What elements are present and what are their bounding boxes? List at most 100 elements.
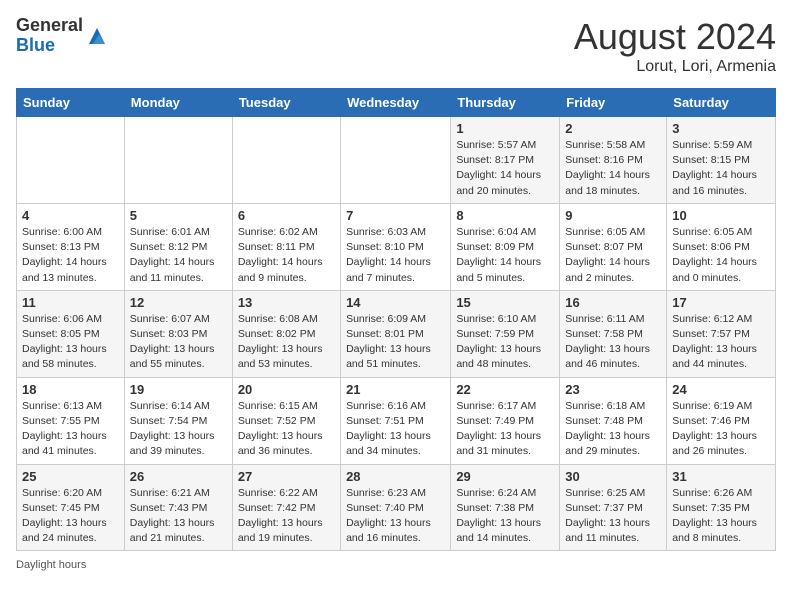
day-number: 16 — [565, 295, 661, 310]
day-info: Sunrise: 6:19 AM Sunset: 7:46 PM Dayligh… — [672, 399, 770, 460]
calendar-week-row: 4 Sunrise: 6:00 AM Sunset: 8:13 PM Daylig… — [17, 203, 776, 290]
day-info: Sunrise: 6:22 AM Sunset: 7:42 PM Dayligh… — [238, 486, 335, 547]
day-info: Sunrise: 6:25 AM Sunset: 7:37 PM Dayligh… — [565, 486, 661, 547]
calendar-day-cell: 28 Sunrise: 6:23 AM Sunset: 7:40 PM Dayli… — [341, 464, 451, 551]
logo-general: General — [16, 16, 83, 36]
day-number: 4 — [22, 208, 119, 223]
day-number: 27 — [238, 469, 335, 484]
day-info: Sunrise: 6:12 AM Sunset: 7:57 PM Dayligh… — [672, 312, 770, 373]
page-header: General Blue August 2024 Lorut, Lori, Ar… — [16, 16, 776, 76]
calendar-day-cell: 24 Sunrise: 6:19 AM Sunset: 7:46 PM Dayli… — [667, 377, 776, 464]
day-number: 29 — [456, 469, 554, 484]
calendar-day-cell: 7Sunrise: 6:03 AM Sunset: 8:10 PM Daylig… — [341, 203, 451, 290]
calendar-day-cell: 1 Sunrise: 5:57 AM Sunset: 8:17 PM Daylig… — [451, 117, 560, 204]
day-info: Sunrise: 6:08 AM Sunset: 8:02 PM Dayligh… — [238, 312, 335, 373]
day-info: Sunrise: 6:21 AM Sunset: 7:43 PM Dayligh… — [130, 486, 227, 547]
day-info: Sunrise: 5:59 AM Sunset: 8:15 PM Dayligh… — [672, 138, 770, 199]
day-number: 11 — [22, 295, 119, 310]
day-number: 3 — [672, 121, 770, 136]
calendar-day-cell: 21 Sunrise: 6:16 AM Sunset: 7:51 PM Dayli… — [341, 377, 451, 464]
day-info: Sunrise: 6:04 AM Sunset: 8:09 PM Dayligh… — [456, 225, 554, 286]
day-info: Sunrise: 6:05 AM Sunset: 8:06 PM Dayligh… — [672, 225, 770, 286]
day-info: Sunrise: 6:20 AM Sunset: 7:45 PM Dayligh… — [22, 486, 119, 547]
day-number: 15 — [456, 295, 554, 310]
calendar-week-row: 25 Sunrise: 6:20 AM Sunset: 7:45 PM Dayli… — [17, 464, 776, 551]
day-of-week-header: Saturday — [667, 89, 776, 117]
calendar-day-cell — [232, 117, 340, 204]
day-number: 8 — [456, 208, 554, 223]
day-of-week-header: Sunday — [17, 89, 125, 117]
day-info: Sunrise: 6:15 AM Sunset: 7:52 PM Dayligh… — [238, 399, 335, 460]
calendar-day-cell: 27 Sunrise: 6:22 AM Sunset: 7:42 PM Dayli… — [232, 464, 340, 551]
title-block: August 2024 Lorut, Lori, Armenia — [574, 16, 776, 76]
logo-icon — [85, 24, 109, 48]
calendar-day-cell: 2Sunrise: 5:58 AM Sunset: 8:16 PM Daylig… — [560, 117, 667, 204]
day-number: 18 — [22, 382, 119, 397]
day-info: Sunrise: 6:16 AM Sunset: 7:51 PM Dayligh… — [346, 399, 445, 460]
day-number: 24 — [672, 382, 770, 397]
calendar-day-cell: 3 Sunrise: 5:59 AM Sunset: 8:15 PM Daylig… — [667, 117, 776, 204]
day-number: 19 — [130, 382, 227, 397]
calendar-table: SundayMondayTuesdayWednesdayThursdayFrid… — [16, 88, 776, 551]
calendar-day-cell: 6 Sunrise: 6:02 AM Sunset: 8:11 PM Daylig… — [232, 203, 340, 290]
day-number: 26 — [130, 469, 227, 484]
day-number: 9 — [565, 208, 661, 223]
day-info: Sunrise: 6:05 AM Sunset: 8:07 PM Dayligh… — [565, 225, 661, 286]
day-number: 25 — [22, 469, 119, 484]
day-number: 17 — [672, 295, 770, 310]
logo: General Blue — [16, 16, 109, 56]
daylight-label: Daylight hours — [16, 559, 86, 571]
month-year-title: August 2024 — [574, 16, 776, 58]
day-info: Sunrise: 6:07 AM Sunset: 8:03 PM Dayligh… — [130, 312, 227, 373]
day-of-week-header: Friday — [560, 89, 667, 117]
calendar-day-cell: 10Sunrise: 6:05 AM Sunset: 8:06 PM Dayli… — [667, 203, 776, 290]
logo-blue: Blue — [16, 36, 83, 56]
calendar-day-cell: 13 Sunrise: 6:08 AM Sunset: 8:02 PM Dayli… — [232, 290, 340, 377]
day-number: 22 — [456, 382, 554, 397]
day-number: 30 — [565, 469, 661, 484]
day-number: 21 — [346, 382, 445, 397]
calendar-day-cell: 23 Sunrise: 6:18 AM Sunset: 7:48 PM Dayli… — [560, 377, 667, 464]
calendar-week-row: 18Sunrise: 6:13 AM Sunset: 7:55 PM Dayli… — [17, 377, 776, 464]
day-info: Sunrise: 6:02 AM Sunset: 8:11 PM Dayligh… — [238, 225, 335, 286]
calendar-day-cell: 22Sunrise: 6:17 AM Sunset: 7:49 PM Dayli… — [451, 377, 560, 464]
day-of-week-header: Monday — [124, 89, 232, 117]
calendar-day-cell: 8 Sunrise: 6:04 AM Sunset: 8:09 PM Daylig… — [451, 203, 560, 290]
day-number: 28 — [346, 469, 445, 484]
day-info: Sunrise: 6:23 AM Sunset: 7:40 PM Dayligh… — [346, 486, 445, 547]
calendar-day-cell: 16 Sunrise: 6:11 AM Sunset: 7:58 PM Dayli… — [560, 290, 667, 377]
day-info: Sunrise: 6:00 AM Sunset: 8:13 PM Dayligh… — [22, 225, 119, 286]
day-info: Sunrise: 6:24 AM Sunset: 7:38 PM Dayligh… — [456, 486, 554, 547]
day-info: Sunrise: 6:09 AM Sunset: 8:01 PM Dayligh… — [346, 312, 445, 373]
day-number: 23 — [565, 382, 661, 397]
calendar-day-cell: 19 Sunrise: 6:14 AM Sunset: 7:54 PM Dayli… — [124, 377, 232, 464]
day-number: 6 — [238, 208, 335, 223]
calendar-day-cell: 20Sunrise: 6:15 AM Sunset: 7:52 PM Dayli… — [232, 377, 340, 464]
calendar-day-cell: 30 Sunrise: 6:25 AM Sunset: 7:37 PM Dayli… — [560, 464, 667, 551]
day-of-week-header: Tuesday — [232, 89, 340, 117]
day-info: Sunrise: 6:26 AM Sunset: 7:35 PM Dayligh… — [672, 486, 770, 547]
day-of-week-header: Thursday — [451, 89, 560, 117]
day-info: Sunrise: 6:14 AM Sunset: 7:54 PM Dayligh… — [130, 399, 227, 460]
day-number: 13 — [238, 295, 335, 310]
location-subtitle: Lorut, Lori, Armenia — [574, 58, 776, 76]
day-info: Sunrise: 6:03 AM Sunset: 8:10 PM Dayligh… — [346, 225, 445, 286]
calendar-day-cell: 9 Sunrise: 6:05 AM Sunset: 8:07 PM Daylig… — [560, 203, 667, 290]
calendar-day-cell: 15Sunrise: 6:10 AM Sunset: 7:59 PM Dayli… — [451, 290, 560, 377]
calendar-day-cell: 18Sunrise: 6:13 AM Sunset: 7:55 PM Dayli… — [17, 377, 125, 464]
calendar-day-cell: 17 Sunrise: 6:12 AM Sunset: 7:57 PM Dayli… — [667, 290, 776, 377]
calendar-day-cell: 29 Sunrise: 6:24 AM Sunset: 7:38 PM Dayli… — [451, 464, 560, 551]
day-number: 14 — [346, 295, 445, 310]
day-info: Sunrise: 5:57 AM Sunset: 8:17 PM Dayligh… — [456, 138, 554, 199]
calendar-day-cell: 4 Sunrise: 6:00 AM Sunset: 8:13 PM Daylig… — [17, 203, 125, 290]
day-number: 1 — [456, 121, 554, 136]
calendar-week-row: 1 Sunrise: 5:57 AM Sunset: 8:17 PM Daylig… — [17, 117, 776, 204]
calendar-day-cell: 11 Sunrise: 6:06 AM Sunset: 8:05 PM Dayli… — [17, 290, 125, 377]
day-info: Sunrise: 6:11 AM Sunset: 7:58 PM Dayligh… — [565, 312, 661, 373]
calendar-day-cell: 14 Sunrise: 6:09 AM Sunset: 8:01 PM Dayli… — [341, 290, 451, 377]
day-info: Sunrise: 6:18 AM Sunset: 7:48 PM Dayligh… — [565, 399, 661, 460]
day-info: Sunrise: 6:06 AM Sunset: 8:05 PM Dayligh… — [22, 312, 119, 373]
day-info: Sunrise: 6:01 AM Sunset: 8:12 PM Dayligh… — [130, 225, 227, 286]
calendar-day-cell — [17, 117, 125, 204]
calendar-header-row: SundayMondayTuesdayWednesdayThursdayFrid… — [17, 89, 776, 117]
